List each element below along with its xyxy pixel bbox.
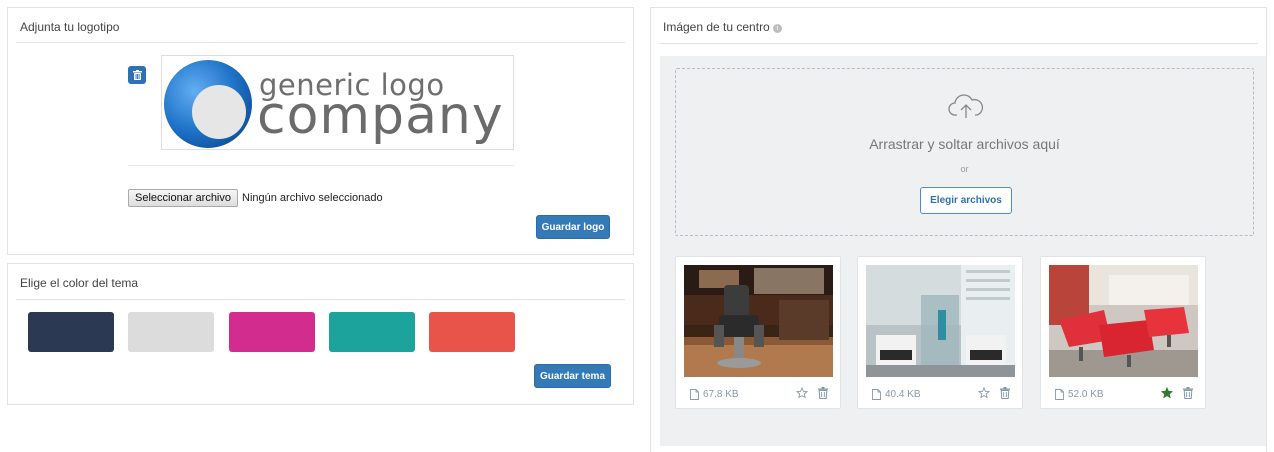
delete-image-button[interactable] [1183,387,1193,399]
logo-preview: generic logo company [161,55,514,150]
divider [16,299,625,300]
favorite-button[interactable] [796,387,808,399]
logo-panel-title: Adjunta tu logotipo [20,20,120,34]
favorite-button[interactable] [978,387,990,399]
dropzone[interactable]: Arrastrar y soltar archivos aquí or Eleg… [675,68,1254,236]
star-icon [796,387,808,399]
theme-panel: Elige el color del tema Guardar tema [7,263,634,405]
info-icon[interactable]: i [772,24,782,33]
trash-icon [132,70,142,80]
salon-room-photo[interactable] [866,265,1015,377]
delete-logo-button[interactable] [128,66,146,84]
image-size: 40.4 KB [885,389,921,400]
file-status-text: Ningún archivo seleccionado [242,192,383,204]
image-meta: 52.0 KB [1055,389,1104,400]
choose-files-button[interactable]: Elegir archivos [920,187,1012,214]
star-icon [1161,387,1173,399]
theme-swatch[interactable] [128,312,214,352]
barber-chair-photo[interactable] [684,265,833,377]
image-panel-title-text: Imágen de tu centro [663,20,770,34]
image-card: 40.4 KB [857,256,1023,409]
theme-panel-title: Elige el color del tema [20,276,139,290]
save-theme-button[interactable]: Guardar tema [534,364,611,388]
file-icon [690,389,699,400]
image-area: Arrastrar y soltar archivos aquí or Eleg… [660,56,1266,446]
file-icon [1055,389,1064,400]
theme-swatch[interactable] [229,312,315,352]
divider [16,42,625,43]
theme-swatch[interactable] [28,312,114,352]
trash-icon [1183,387,1193,399]
image-meta: 67.8 KB [690,389,739,400]
image-actions [978,387,1010,399]
select-file-button[interactable]: Seleccionar archivo [128,189,238,207]
file-input: Seleccionar archivo Ningún archivo selec… [128,189,383,207]
divider [128,165,514,166]
cloud-upload-icon [948,94,984,118]
red-chairs-photo[interactable] [1049,265,1198,377]
favorite-button[interactable] [1161,387,1173,399]
logo-panel: Adjunta tu logotipo generic logo company… [7,7,634,255]
image-card: 67.8 KB [675,256,841,409]
logo-text-line2: company [257,86,504,146]
image-card: 52.0 KB [1040,256,1206,409]
delete-image-button[interactable] [1000,387,1010,399]
theme-swatch[interactable] [329,312,415,352]
save-logo-button[interactable]: Guardar logo [536,215,610,239]
image-meta: 40.4 KB [872,389,921,400]
file-icon [872,389,881,400]
trash-icon [1000,387,1010,399]
company-logo-mark [164,60,252,148]
dropzone-text: Arrastrar y soltar archivos aquí [869,136,1060,152]
image-size: 52.0 KB [1068,389,1104,400]
star-icon [978,387,990,399]
image-size: 67.8 KB [703,389,739,400]
trash-icon [818,387,828,399]
delete-image-button[interactable] [818,387,828,399]
theme-swatch[interactable] [429,312,515,352]
center-image-panel: Imágen de tu centro i Arrastrar y soltar … [650,7,1267,452]
image-actions [1161,387,1193,399]
divider [659,43,1258,44]
image-panel-title: Imágen de tu centro i [663,20,782,34]
dropzone-or: or [960,164,969,174]
image-actions [796,387,828,399]
